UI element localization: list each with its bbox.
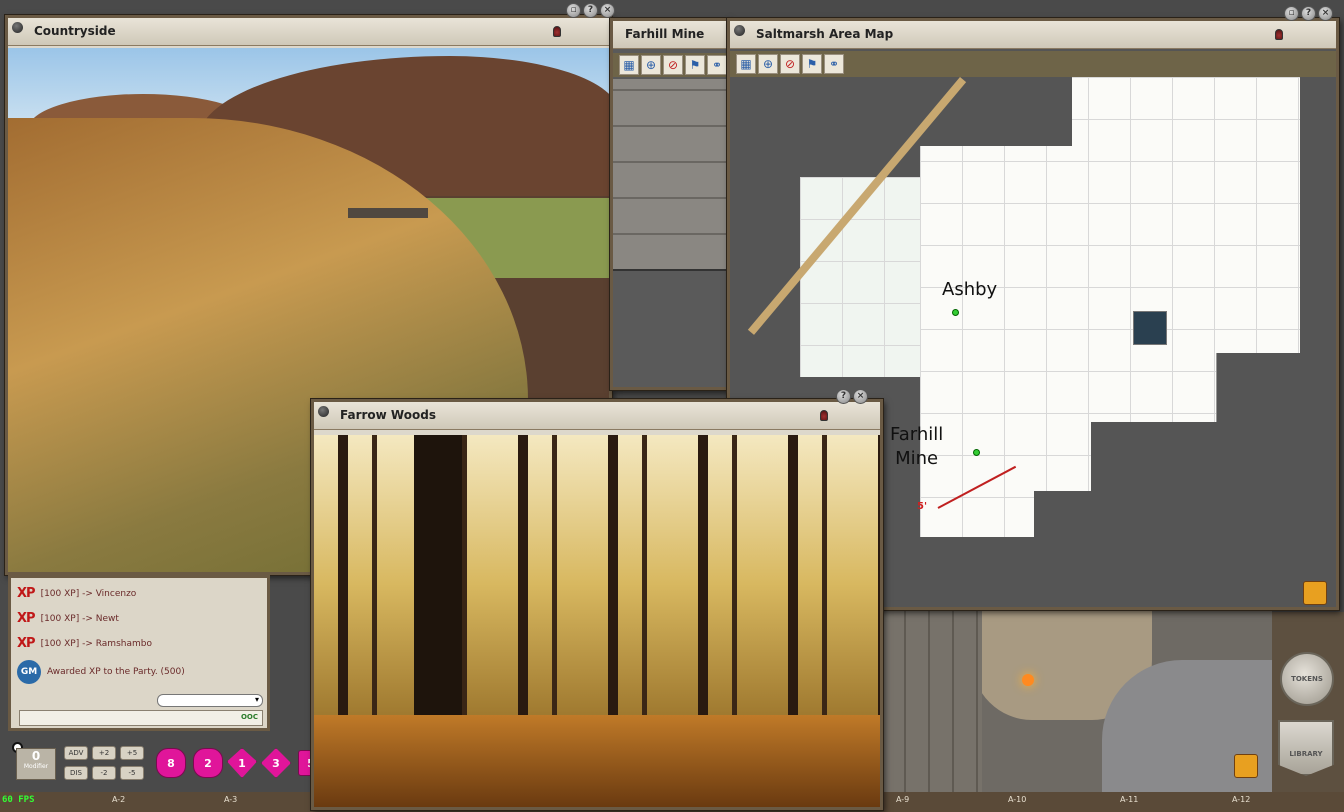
map-toolbar: ▦ ⊕ ⊘ ⚑ ⚭ bbox=[613, 53, 727, 77]
map-tool-icon[interactable] bbox=[1303, 581, 1327, 605]
chat-message: GM Awarded XP to the Party. (500) bbox=[17, 660, 185, 684]
d10-die-icon[interactable]: 1 bbox=[227, 748, 257, 778]
window-title: Saltmarsh Area Map bbox=[756, 27, 894, 41]
desktop: 60 FPS A-2 A-3 A-9 A-10 A-11 A-12 TOKENS… bbox=[0, 0, 1344, 812]
grid-label: A-3 bbox=[224, 795, 238, 804]
chat-message: XP [100 XP] -> Newt bbox=[17, 611, 119, 626]
map-tool-icon[interactable] bbox=[1234, 754, 1258, 778]
character-token[interactable] bbox=[1133, 311, 1167, 345]
modifier-label: Modifier bbox=[23, 763, 49, 770]
window-controls: ? × bbox=[836, 389, 868, 405]
window-title: Farrow Woods bbox=[340, 408, 436, 422]
map-label-farhill-mine: Farhill Mine bbox=[890, 424, 944, 469]
mod-button-minus5[interactable]: -5 bbox=[120, 766, 144, 780]
help-icon[interactable]: ? bbox=[583, 3, 598, 18]
library-button[interactable]: LIBRARY bbox=[1278, 720, 1334, 776]
chat-message-text: [100 XP] -> Newt bbox=[40, 613, 119, 624]
title-bar[interactable]: Farrow Woods bbox=[314, 402, 880, 430]
grid-label: A-11 bbox=[1120, 795, 1139, 804]
target-icon[interactable]: ⊕ bbox=[758, 54, 778, 74]
pin-farhill[interactable] bbox=[973, 449, 980, 456]
lock-icon[interactable] bbox=[820, 410, 828, 421]
title-bar[interactable]: Saltmarsh Area Map bbox=[730, 21, 1336, 49]
mod-button-adv[interactable]: ADV bbox=[64, 746, 88, 760]
no-target-icon[interactable]: ⊘ bbox=[663, 55, 683, 75]
lock-icon[interactable] bbox=[553, 26, 561, 37]
fps-counter: 60 FPS bbox=[2, 795, 35, 805]
grid-icon[interactable]: ▦ bbox=[619, 55, 639, 75]
chat-message-text: [100 XP] -> Ramshambo bbox=[40, 638, 152, 649]
target-icon[interactable]: ⊕ bbox=[641, 55, 661, 75]
window-knob-icon bbox=[318, 406, 329, 417]
chat-message: XP [100 XP] -> Ramshambo bbox=[17, 636, 152, 651]
window-controls: ▫ ? × bbox=[1284, 6, 1333, 22]
title-bar[interactable]: Farhill Mine bbox=[613, 21, 727, 49]
mod-button-plus5[interactable]: +5 bbox=[120, 746, 144, 760]
flag-icon[interactable]: ⚑ bbox=[802, 54, 822, 74]
close-icon[interactable]: × bbox=[1318, 6, 1333, 21]
chat-message: XP [100 XP] -> Vincenzo bbox=[17, 586, 136, 601]
farhill-mine-window[interactable]: Farhill Mine ▦ ⊕ ⊘ ⚑ ⚭ bbox=[610, 18, 730, 390]
window-title: Farhill Mine bbox=[625, 27, 705, 41]
farrow-woods-window[interactable]: Farrow Woods bbox=[311, 399, 883, 810]
mod-button-minus2[interactable]: -2 bbox=[92, 766, 116, 780]
map-toolbar: ▦ ⊕ ⊘ ⚑ ⚭ bbox=[730, 51, 1336, 77]
chat-message-text: Awarded XP to the Party. (500) bbox=[47, 667, 185, 677]
library-label: LIBRARY bbox=[1289, 750, 1323, 758]
mod-button-plus2[interactable]: +2 bbox=[92, 746, 116, 760]
d20-die-icon[interactable]: 8 bbox=[156, 748, 186, 778]
dungeon-map-view[interactable] bbox=[882, 610, 1272, 792]
xp-icon: XP bbox=[17, 636, 36, 651]
mod-button-dis[interactable]: DIS bbox=[64, 766, 88, 780]
window-controls: ▫ ? × bbox=[566, 3, 615, 19]
tokens-button[interactable]: TOKENS bbox=[1280, 652, 1334, 706]
forest-image bbox=[314, 435, 880, 807]
close-icon[interactable]: × bbox=[853, 389, 868, 404]
modifier-box[interactable]: 0 Modifier bbox=[16, 748, 56, 780]
modifier-value: 0 bbox=[31, 749, 41, 763]
minimize-icon[interactable]: ▫ bbox=[566, 3, 581, 18]
grid-label: A-10 bbox=[1008, 795, 1027, 804]
grid-label: A-2 bbox=[112, 795, 126, 804]
xp-icon: XP bbox=[17, 586, 36, 601]
d12-die-icon[interactable]: 2 bbox=[193, 748, 223, 778]
measure-label: 5' bbox=[917, 501, 928, 512]
d8-die-icon[interactable]: 3 bbox=[261, 748, 291, 778]
close-icon[interactable]: × bbox=[600, 3, 615, 18]
ooc-label: OOC bbox=[240, 713, 258, 721]
chat-panel: XP [100 XP] -> Vincenzo XP [100 XP] -> New… bbox=[8, 575, 270, 731]
window-knob-icon bbox=[734, 25, 745, 36]
no-target-icon[interactable]: ⊘ bbox=[780, 54, 800, 74]
chat-mode-select[interactable]: ▾ bbox=[157, 694, 263, 707]
gm-icon: GM bbox=[17, 660, 41, 684]
lock-icon[interactable] bbox=[1275, 29, 1283, 40]
link-icon[interactable]: ⚭ bbox=[824, 54, 844, 74]
help-icon[interactable]: ? bbox=[1301, 6, 1316, 21]
flag-icon[interactable]: ⚑ bbox=[685, 55, 705, 75]
chat-message-text: [100 XP] -> Vincenzo bbox=[40, 588, 137, 599]
chat-input[interactable]: OOC bbox=[19, 710, 263, 726]
grid-icon[interactable]: ▦ bbox=[736, 54, 756, 74]
grid-label: A-12 bbox=[1232, 795, 1251, 804]
grid-label: A-9 bbox=[896, 795, 910, 804]
help-icon[interactable]: ? bbox=[836, 389, 851, 404]
window-knob-icon bbox=[12, 22, 23, 33]
pin-ashby[interactable] bbox=[952, 309, 959, 316]
xp-icon: XP bbox=[17, 611, 36, 626]
mine-map-image[interactable] bbox=[613, 79, 727, 271]
minimize-icon[interactable]: ▫ bbox=[1284, 6, 1299, 21]
link-icon[interactable]: ⚭ bbox=[707, 55, 727, 75]
window-title: Countryside bbox=[34, 24, 116, 38]
map-label-ashby: Ashby bbox=[942, 279, 998, 300]
title-bar[interactable]: Countryside bbox=[8, 18, 609, 46]
